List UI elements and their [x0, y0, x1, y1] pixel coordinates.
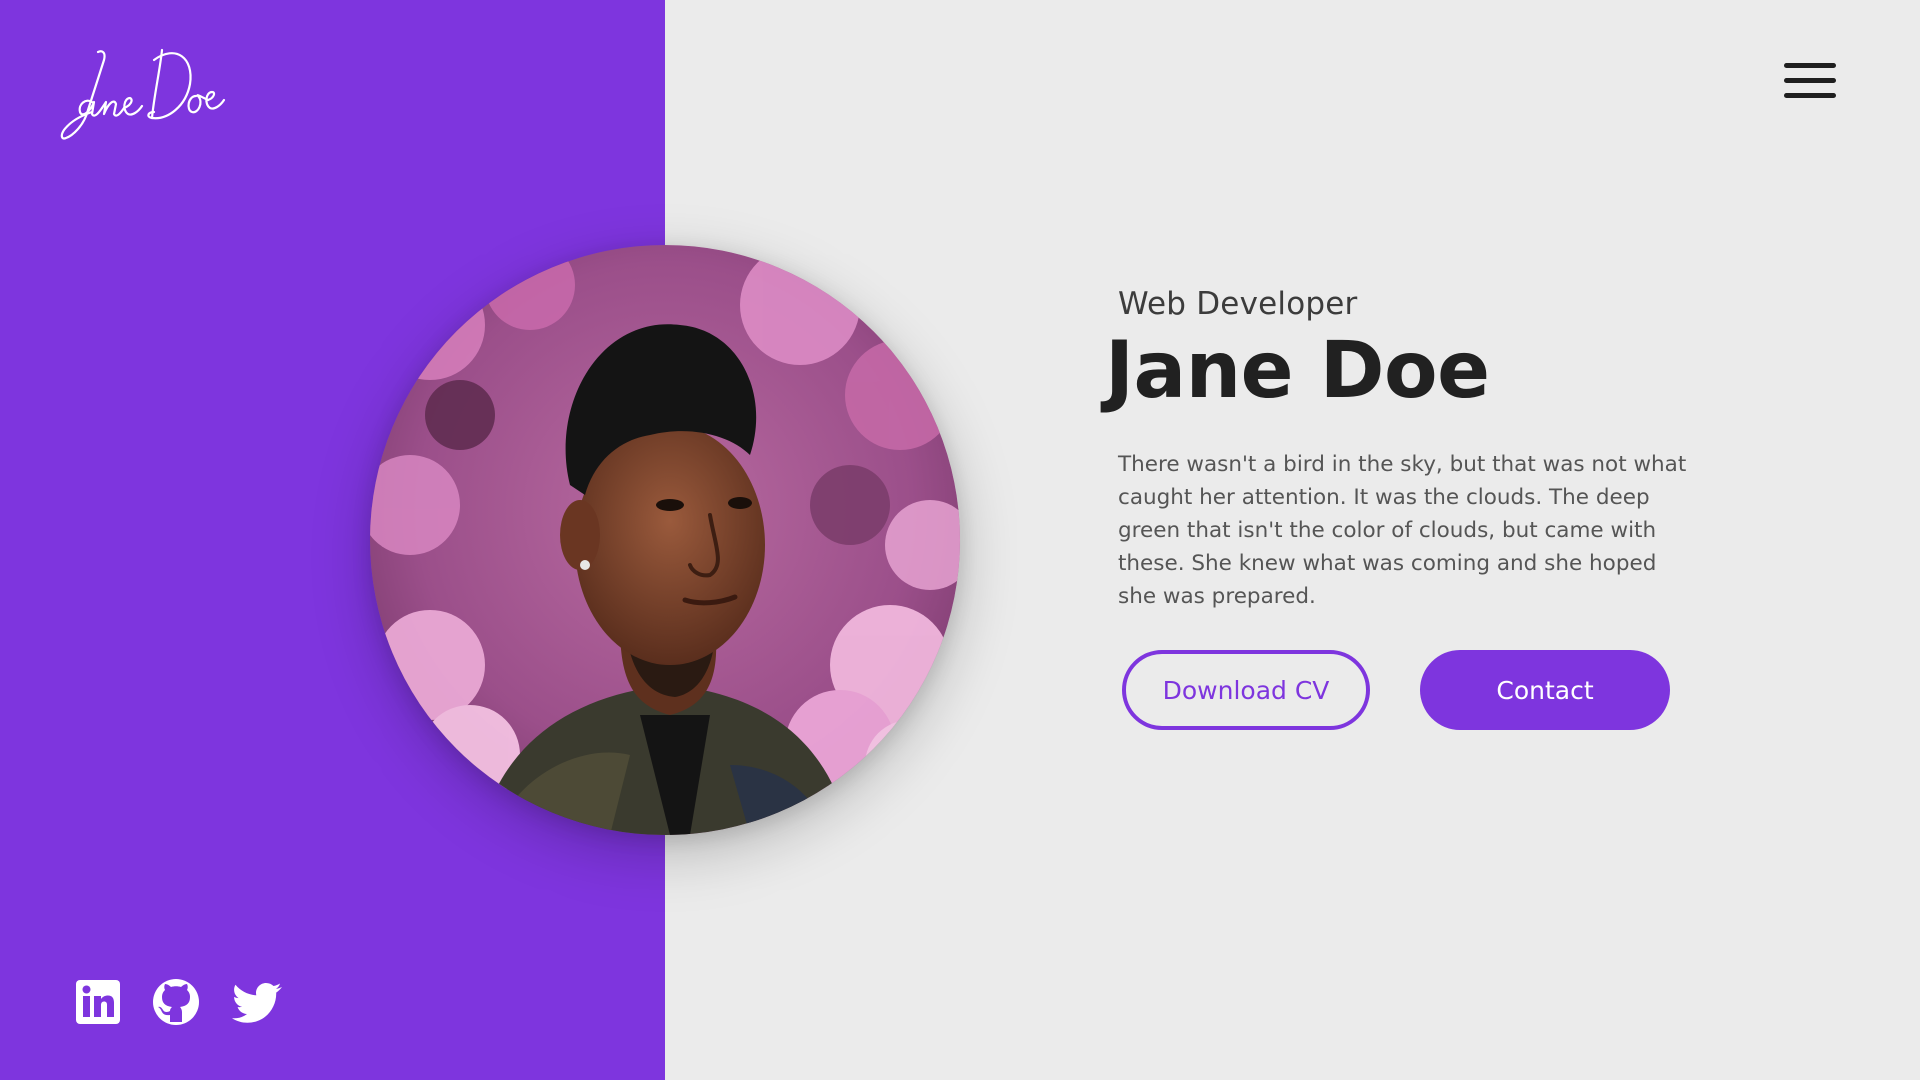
contact-button[interactable]: Contact — [1420, 650, 1670, 730]
linkedin-icon[interactable] — [74, 978, 122, 1026]
signature-logo[interactable] — [58, 40, 268, 150]
person-name-heading: Jane Doe — [1105, 326, 1490, 416]
twitter-icon[interactable] — [232, 978, 284, 1026]
menu-bar-bottom — [1784, 93, 1836, 98]
profile-photo — [370, 245, 960, 835]
hamburger-menu-icon[interactable] — [1782, 60, 1838, 104]
hero-buttons: Download CV Contact — [1122, 650, 1682, 730]
social-links — [74, 978, 294, 1026]
bio-paragraph: There wasn't a bird in the sky, but that… — [1118, 452, 1687, 609]
job-title: Web Developer — [1118, 286, 1358, 322]
page: Web Developer Jane Doe There wasn't a bi… — [0, 0, 1920, 1080]
menu-bar-middle — [1784, 78, 1836, 83]
github-icon[interactable] — [152, 978, 200, 1026]
menu-bar-top — [1784, 63, 1836, 68]
download-cv-button[interactable]: Download CV — [1122, 650, 1370, 730]
